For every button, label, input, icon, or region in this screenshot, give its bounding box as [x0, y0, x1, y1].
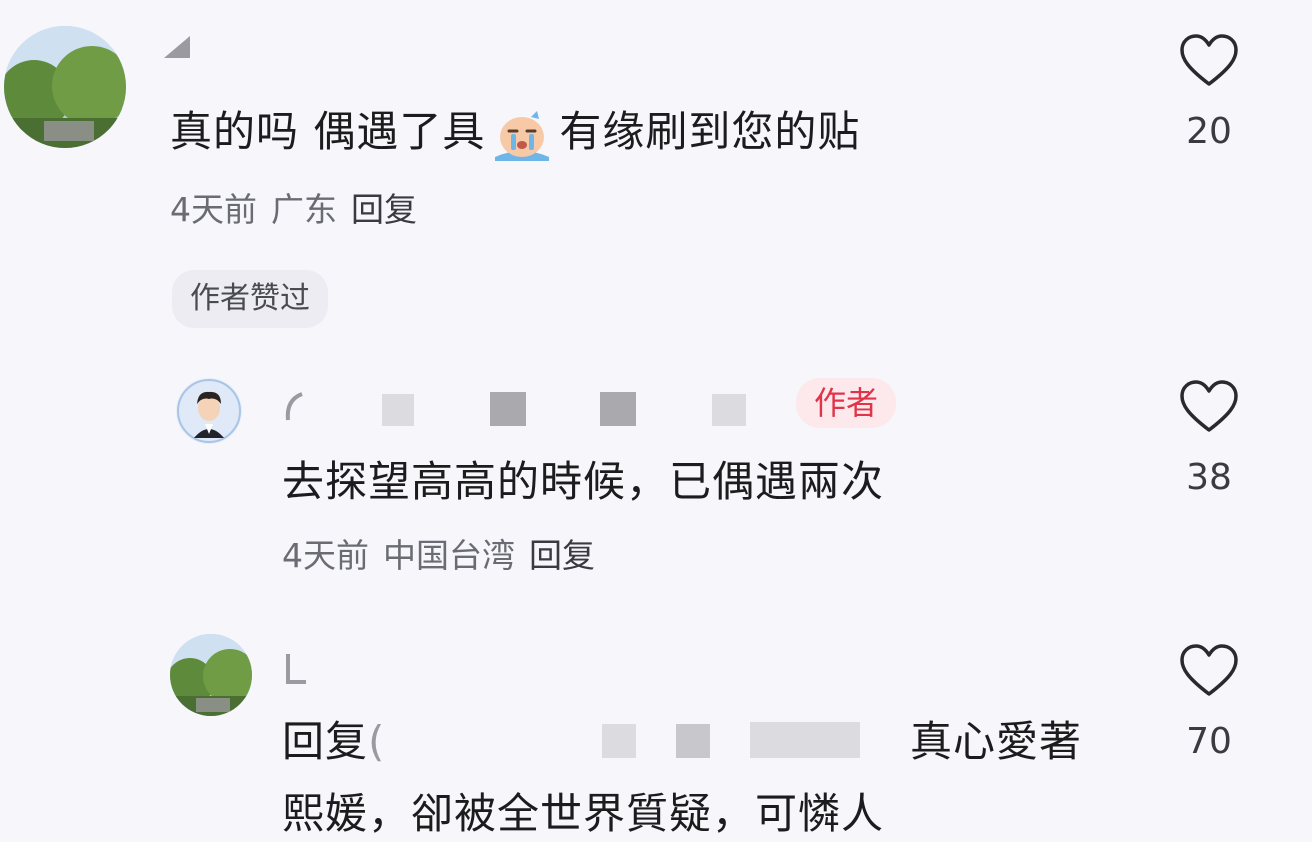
redacted-block [602, 724, 636, 758]
comment-text-tail: 真心愛著 [910, 717, 1083, 766]
liked-by-author-badge: 作者赞过 [172, 270, 328, 328]
like-count: 38 [1186, 457, 1232, 498]
author-name-redacted[interactable] [282, 392, 312, 421]
like-count: 70 [1186, 721, 1232, 762]
comment-text-part-1: 真的吗 偶遇了具 [170, 107, 486, 156]
comment-text: 真的吗 偶遇了具 有缘刷到您的贴 [170, 104, 860, 163]
comment-location: 广东 [271, 190, 337, 229]
author-avatar[interactable] [176, 378, 242, 444]
redacted-block [600, 392, 636, 426]
crying-face-icon [491, 107, 553, 163]
heart-outline-icon[interactable] [1178, 378, 1240, 434]
redacted-block [750, 722, 860, 758]
redacted-block [382, 394, 414, 426]
reply-button[interactable]: 回复 [529, 536, 595, 575]
comment-time: 4天前 [282, 536, 369, 575]
comment-meta: 4天前 广东 回复 [170, 188, 431, 232]
comment-text: 回复( [282, 714, 385, 770]
comment-text-part-2: 有缘刷到您的贴 [559, 107, 861, 156]
open-paren: ( [368, 717, 386, 766]
reply-prefix: 回复 [282, 717, 369, 766]
comment-time: 4天前 [170, 190, 257, 229]
comment-text-line-2: 熙媛，卻被全世界質疑，可憐人 [282, 789, 885, 838]
reply-button[interactable]: 回复 [351, 190, 417, 229]
comment-meta: 4天前 中国台湾 回复 [282, 534, 609, 578]
username-redacted[interactable] [284, 652, 314, 684]
heart-outline-icon[interactable] [1178, 32, 1240, 88]
redacted-block [676, 724, 710, 758]
username-redacted[interactable] [162, 34, 192, 60]
commenter-avatar[interactable] [170, 634, 252, 716]
author-badge: 作者 [796, 378, 897, 428]
like-count: 20 [1186, 111, 1232, 152]
comment-text: 去探望高高的時候，已偶遇兩次 [282, 457, 885, 506]
commenter-avatar[interactable] [4, 26, 126, 148]
heart-outline-icon[interactable] [1178, 642, 1240, 698]
comment-location: 中国台湾 [383, 536, 515, 575]
redacted-block [712, 394, 746, 426]
redacted-block [490, 392, 526, 426]
